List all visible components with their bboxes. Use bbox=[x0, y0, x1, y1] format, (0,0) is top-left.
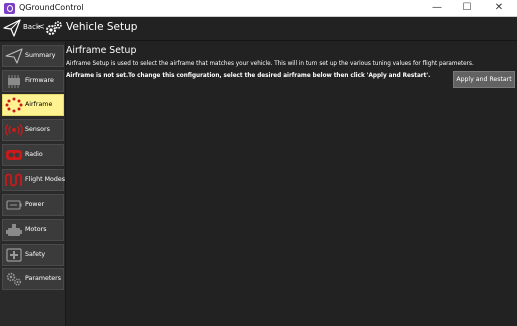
sidebar-item-sensors[interactable]: Sensors bbox=[2, 119, 64, 141]
plane-icon bbox=[5, 48, 23, 64]
sidebar-item-label: Summary bbox=[25, 52, 56, 59]
airframe-setup-panel: Airframe Setup Airframe Setup is used to… bbox=[66, 42, 517, 326]
close-button[interactable]: ✕ bbox=[484, 0, 514, 16]
page-title: Vehicle Setup bbox=[66, 21, 138, 33]
sidebar: Summary Firmware Airframe Sensors Radio … bbox=[0, 42, 65, 326]
sidebar-item-label: Power bbox=[25, 201, 45, 208]
sensors-icon bbox=[5, 124, 23, 136]
sidebar-item-label: Parameters bbox=[25, 275, 62, 282]
window-title: QGroundControl bbox=[19, 3, 84, 12]
airframe-icon bbox=[5, 97, 23, 113]
flight-modes-icon bbox=[5, 173, 22, 187]
sidebar-item-label: Flight Modes bbox=[25, 176, 66, 183]
sidebar-item-label: Firmware bbox=[25, 77, 54, 84]
apply-and-restart-button[interactable]: Apply and Restart bbox=[453, 71, 515, 88]
sidebar-item-power[interactable]: Power bbox=[2, 194, 64, 216]
sidebar-item-safety[interactable]: Safety bbox=[2, 244, 64, 266]
safety-icon bbox=[6, 248, 22, 262]
sidebar-item-parameters[interactable]: Parameters bbox=[2, 268, 64, 290]
power-icon bbox=[6, 200, 22, 210]
toolbar: Back < Vehicle Setup bbox=[0, 17, 517, 41]
firmware-icon bbox=[8, 75, 20, 88]
radio-icon bbox=[6, 150, 22, 160]
sidebar-item-motors[interactable]: Motors bbox=[2, 219, 64, 241]
motors-icon bbox=[6, 224, 22, 236]
sidebar-item-label: Radio bbox=[25, 151, 43, 158]
window-titlebar: QGroundControl — ☐ ✕ bbox=[0, 0, 517, 17]
sidebar-item-radio[interactable]: Radio bbox=[2, 144, 64, 166]
sidebar-item-label: Motors bbox=[25, 226, 47, 233]
maximize-button[interactable]: ☐ bbox=[452, 0, 482, 16]
qgroundcontrol-app-icon bbox=[4, 3, 15, 14]
back-chevron-icon[interactable]: < bbox=[38, 22, 45, 31]
sidebar-item-label: Airframe bbox=[25, 101, 53, 108]
gears-icon bbox=[46, 21, 62, 35]
sidebar-item-summary[interactable]: Summary bbox=[2, 45, 64, 67]
sidebar-item-firmware[interactable]: Firmware bbox=[2, 70, 64, 92]
parameters-icon bbox=[6, 272, 21, 286]
sidebar-item-label: Safety bbox=[25, 251, 46, 258]
section-heading: Airframe Setup bbox=[66, 45, 137, 56]
sidebar-item-airframe[interactable]: Airframe bbox=[2, 94, 64, 116]
section-description: Airframe Setup is used to select the air… bbox=[66, 61, 474, 67]
minimize-button[interactable]: — bbox=[422, 0, 452, 16]
sidebar-item-label: Sensors bbox=[25, 126, 50, 133]
airframe-warning-text: Airframe is not set.To change this confi… bbox=[66, 73, 431, 79]
paper-plane-icon[interactable] bbox=[3, 19, 21, 37]
sidebar-item-flight-modes[interactable]: Flight Modes bbox=[2, 169, 66, 191]
